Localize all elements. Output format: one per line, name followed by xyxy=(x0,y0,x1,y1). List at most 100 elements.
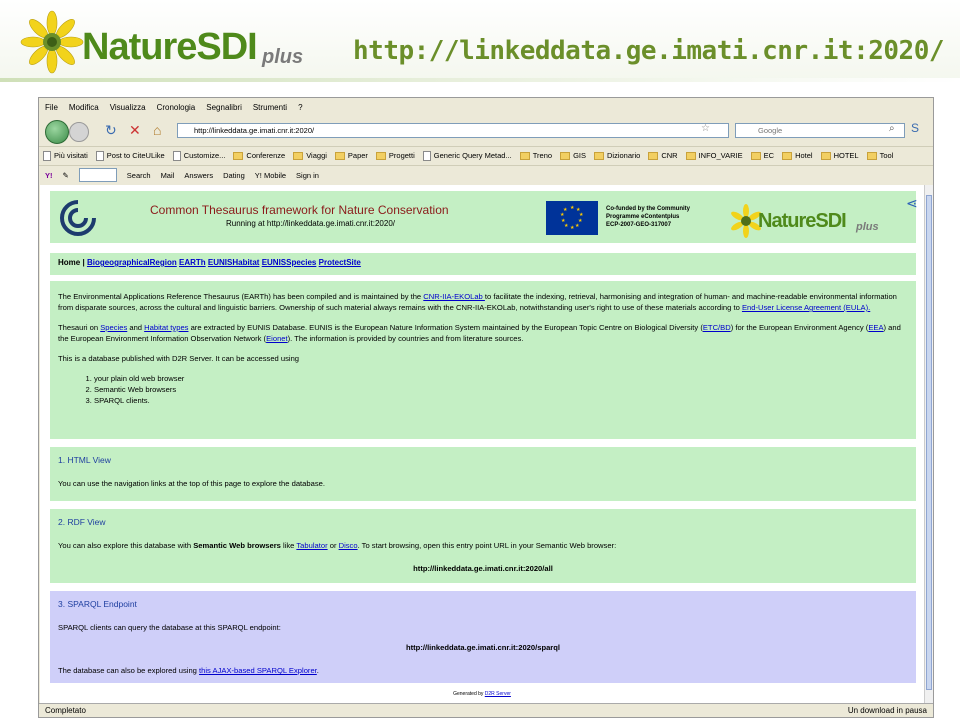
cnr-iia-ekolab-link[interactable]: CNR-IIA-EKOLab xyxy=(423,292,485,301)
search-input[interactable]: Google xyxy=(735,123,905,138)
yahoo-dating-button[interactable]: Dating xyxy=(223,171,245,180)
page-icon xyxy=(43,150,51,161)
d2r-server-link[interactable]: D2R Server xyxy=(485,691,511,697)
svg-text:★: ★ xyxy=(570,205,575,211)
generated-by-footer: Generated by D2R Server xyxy=(453,691,511,697)
menu-segnalibri[interactable]: Segnalibri xyxy=(206,103,242,112)
nav-link-eunisspecies[interactable]: EUNISSpecies xyxy=(262,258,317,267)
bookmark-item[interactable]: Viaggi xyxy=(293,151,327,160)
svg-text:★: ★ xyxy=(563,207,568,213)
section-title: 1. HTML View xyxy=(58,455,111,465)
yahoo-mail-button[interactable]: Mail xyxy=(161,171,175,180)
habitat-types-link[interactable]: Habitat types xyxy=(144,323,188,332)
skype-icon[interactable]: S xyxy=(911,121,919,135)
section-text: SPARQL clients can query the database at… xyxy=(58,623,281,632)
folder-icon xyxy=(519,151,530,160)
rdf-view-section: 2. RDF View You can also explore this da… xyxy=(50,509,916,583)
menu-help[interactable]: ? xyxy=(298,103,302,112)
folder-icon xyxy=(334,151,345,160)
address-bar[interactable]: http://linkeddata.ge.imati.cnr.it:2020/ xyxy=(177,123,729,138)
intro-paragraph-2: Thesauri on Species and Habitat types ar… xyxy=(58,323,901,343)
cnr-logo-icon xyxy=(60,200,96,236)
bookmark-item[interactable]: Tool xyxy=(866,151,893,160)
bookmark-item[interactable]: Generic Query Metad... xyxy=(422,150,512,161)
bookmark-item[interactable]: Più visitati xyxy=(43,150,88,161)
eula-link[interactable]: End-User License Agreement (EULA). xyxy=(742,303,870,312)
bookmark-item[interactable]: Paper xyxy=(334,151,368,160)
eea-link[interactable]: EEA xyxy=(868,323,883,332)
bookmark-item[interactable]: Post to CiteULike xyxy=(95,150,165,161)
list-item: SPARQL clients. xyxy=(94,395,908,406)
logo-wordmark: NatureSDI xyxy=(82,26,258,68)
bookmark-item[interactable]: Customize... xyxy=(172,150,225,161)
yahoo-signin-button[interactable]: Sign in xyxy=(296,171,319,180)
section-text: You can also explore this database with … xyxy=(58,541,617,550)
forward-button[interactable] xyxy=(69,122,89,142)
page-header: Common Thesaurus framework for Nature Co… xyxy=(50,191,918,243)
browser-window: File Modifica Visualizza Cronologia Segn… xyxy=(38,97,934,718)
bookmark-item[interactable]: EC xyxy=(750,151,774,160)
section-text: You can use the navigation links at the … xyxy=(58,479,325,488)
disco-link[interactable]: Disco xyxy=(339,541,358,550)
nav-link-eunishabitat[interactable]: EUNISHabitat xyxy=(208,258,260,267)
svg-text:★: ★ xyxy=(570,225,575,231)
bookmarks-toolbar: Più visitati Post to CiteULike Customize… xyxy=(39,146,933,164)
bookmark-item[interactable]: CNR xyxy=(648,151,678,160)
download-status[interactable]: Un download in pausa xyxy=(848,706,927,715)
bookmark-item[interactable]: Hotel xyxy=(782,151,813,160)
etc-bd-link[interactable]: ETC/BD xyxy=(703,323,731,332)
reload-icon[interactable]: ↻ xyxy=(105,122,117,139)
bookmark-item[interactable]: HOTEL xyxy=(820,151,859,160)
menu-file[interactable]: File xyxy=(45,103,58,112)
search-icon[interactable]: ⌕ xyxy=(889,123,895,134)
menu-cronologia[interactable]: Cronologia xyxy=(157,103,196,112)
back-button[interactable] xyxy=(45,120,69,144)
slide-divider xyxy=(0,78,960,82)
yahoo-search-button[interactable]: Search xyxy=(127,171,151,180)
species-link[interactable]: Species xyxy=(100,323,127,332)
page-logo-plus: plus xyxy=(856,221,879,233)
yahoo-logo-icon[interactable]: Y! xyxy=(45,171,53,180)
section-title: 2. RDF View xyxy=(58,517,106,527)
eu-flag-icon: ★ ★★★ ★★★★ ★★ xyxy=(546,201,598,235)
bookmark-item[interactable]: GIS xyxy=(560,151,586,160)
bookmark-item[interactable]: Dizionario xyxy=(593,151,640,160)
pencil-icon[interactable]: ✎ xyxy=(63,171,69,180)
folder-icon xyxy=(293,151,304,160)
bookmark-item[interactable]: Treno xyxy=(519,151,552,160)
share-icon[interactable]: ⋖ xyxy=(906,195,918,212)
page-title: Common Thesaurus framework for Nature Co… xyxy=(150,203,449,217)
bookmark-star-icon[interactable]: ☆ xyxy=(701,123,710,134)
nav-link-biogeographicalregion[interactable]: BiogeographicalRegion xyxy=(87,258,177,267)
bookmark-item[interactable]: Progetti xyxy=(375,151,415,160)
home-icon[interactable]: ⌂ xyxy=(153,122,161,138)
navigation-toolbar: ↻ ✕ ⌂ http://linkeddata.ge.imati.cnr.it:… xyxy=(39,117,933,145)
sparql-explorer-link[interactable]: this AJAX-based SPARQL Explorer xyxy=(199,666,317,675)
nav-link-earth[interactable]: EARTh xyxy=(179,258,206,267)
nav-separator: | xyxy=(82,258,85,267)
yahoo-answers-button[interactable]: Answers xyxy=(184,171,213,180)
page-viewport: Common Thesaurus framework for Nature Co… xyxy=(40,185,924,703)
bookmark-item[interactable]: INFO_VARIE xyxy=(685,151,743,160)
bookmark-item[interactable]: Conferenze xyxy=(233,151,285,160)
yahoo-search-field[interactable] xyxy=(78,168,117,182)
yahoo-mobile-button[interactable]: Y! Mobile xyxy=(255,171,286,180)
menu-modifica[interactable]: Modifica xyxy=(69,103,99,112)
list-item: your plain old web browser xyxy=(94,373,908,384)
yahoo-toolbar: Y! ✎ Search Mail Answers Dating Y! Mobil… xyxy=(39,165,933,184)
slide-url-title: http://linkeddata.ge.imati.cnr.it:2020/ xyxy=(353,36,944,66)
section-title: 3. SPARQL Endpoint xyxy=(58,599,137,609)
page-subtitle: Running at http://linkeddata.ge.imati.cn… xyxy=(226,219,395,228)
menu-visualizza[interactable]: Visualizza xyxy=(110,103,146,112)
sparql-endpoint-section: 3. SPARQL Endpoint SPARQL clients can qu… xyxy=(50,591,916,683)
stop-icon[interactable]: ✕ xyxy=(129,122,141,139)
menu-strumenti[interactable]: Strumenti xyxy=(253,103,287,112)
scrollbar-thumb[interactable] xyxy=(926,195,932,690)
vertical-scrollbar[interactable] xyxy=(924,185,933,703)
eionet-link[interactable]: Eionet xyxy=(266,334,288,343)
intro-paragraph-3: This is a database published with D2R Se… xyxy=(58,354,300,363)
naturesdi-logo: NatureSDI plus xyxy=(20,10,320,74)
nav-link-protectsite[interactable]: ProtectSite xyxy=(319,258,361,267)
tabulator-link[interactable]: Tabulator xyxy=(296,541,327,550)
access-list: your plain old web browser Semantic Web … xyxy=(58,373,908,406)
